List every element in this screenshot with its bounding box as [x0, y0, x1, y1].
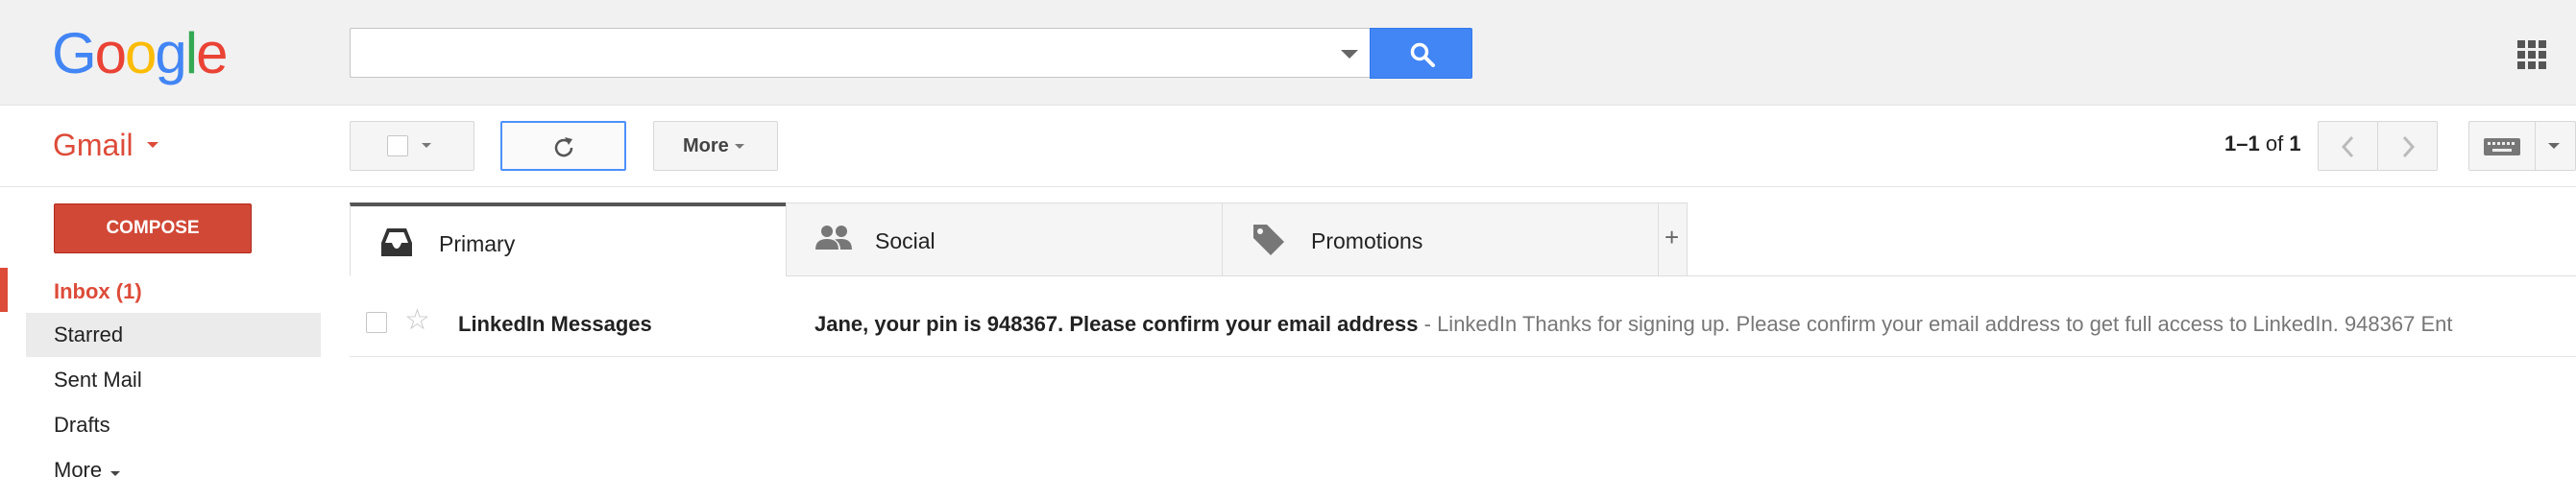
tab-social[interactable]: Social: [786, 203, 1223, 276]
chevron-down-icon[interactable]: [110, 471, 120, 476]
pagination-range: 1–1: [2224, 131, 2260, 155]
logo-letter: G: [52, 21, 97, 85]
message-preview: Jane, your pin is 948367. Please confirm…: [814, 312, 2576, 337]
chevron-down-icon[interactable]: [2548, 143, 2560, 149]
input-tools-button[interactable]: [2468, 121, 2576, 171]
message-subject: Jane, your pin is 948367. Please confirm…: [814, 312, 1419, 336]
divider: [2535, 122, 2536, 170]
refresh-button[interactable]: [500, 121, 626, 171]
people-icon: [815, 226, 852, 250]
older-button[interactable]: [2377, 121, 2438, 171]
add-tab-button[interactable]: +: [1658, 203, 1688, 276]
pagination-summary: 1–1 of 1: [2224, 131, 2301, 156]
search-options-caret-icon[interactable]: [1341, 50, 1358, 59]
search-icon: [1410, 42, 1435, 67]
search-button[interactable]: [1370, 28, 1472, 79]
sidebar-item-drafts[interactable]: Drafts: [0, 403, 321, 447]
top-bar: Google: [0, 0, 2576, 106]
pagination-total: 1: [2289, 131, 2301, 155]
gmail-app-switcher[interactable]: Gmail: [53, 128, 134, 163]
search-input[interactable]: [350, 28, 1372, 78]
row-checkbox[interactable]: [366, 312, 387, 333]
sidebar-item-starred[interactable]: Starred: [26, 313, 321, 357]
tab-label: Promotions: [1311, 228, 1423, 253]
more-actions-button[interactable]: More: [653, 121, 778, 171]
logo-letter: g: [155, 21, 186, 85]
chevron-down-icon[interactable]: [147, 142, 158, 148]
logo-letter: o: [125, 21, 157, 85]
tab-label: Social: [875, 228, 936, 253]
logo-letter: l: [184, 21, 198, 85]
table-row[interactable]: ☆ LinkedIn Messages Jane, your pin is 94…: [350, 298, 2576, 357]
chevron-left-icon: [2341, 135, 2354, 158]
mail-toolbar: Gmail More 1–1 of 1: [0, 107, 2576, 187]
star-icon[interactable]: ☆: [404, 306, 430, 335]
newer-button[interactable]: [2318, 121, 2378, 171]
sidebar-item-sent-mail[interactable]: Sent Mail: [0, 358, 321, 402]
chevron-down-icon[interactable]: [422, 143, 431, 148]
tab-primary[interactable]: Primary: [350, 203, 787, 276]
logo-letter: e: [196, 21, 228, 85]
apps-grid-icon[interactable]: [2517, 40, 2546, 69]
message-snippet: - LinkedIn Thanks for signing up. Please…: [1418, 312, 2453, 336]
chevron-down-icon: [735, 144, 744, 149]
inbox-icon: [381, 228, 412, 256]
compose-button[interactable]: COMPOSE: [54, 203, 252, 253]
category-tabs: Primary Social Promotions +: [350, 203, 2576, 276]
tab-label: Primary: [439, 231, 516, 256]
chevron-right-icon: [2402, 135, 2416, 158]
plus-icon: +: [1665, 223, 1680, 251]
refresh-icon: [554, 137, 573, 157]
tag-icon: [1253, 225, 1284, 255]
logo-letter: o: [94, 21, 127, 85]
pagination-of: of: [2265, 131, 2284, 155]
more-actions-label: More: [683, 135, 729, 156]
keyboard-icon: [2484, 138, 2520, 155]
select-all-button[interactable]: [350, 121, 474, 171]
message-sender: LinkedIn Messages: [458, 312, 652, 336]
google-logo[interactable]: Google: [52, 21, 229, 85]
sidebar-item-more[interactable]: More: [0, 448, 321, 492]
tab-promotions[interactable]: Promotions: [1222, 203, 1659, 276]
sidebar-item-inbox[interactable]: Inbox (1): [0, 270, 321, 314]
select-all-checkbox[interactable]: [387, 135, 408, 156]
